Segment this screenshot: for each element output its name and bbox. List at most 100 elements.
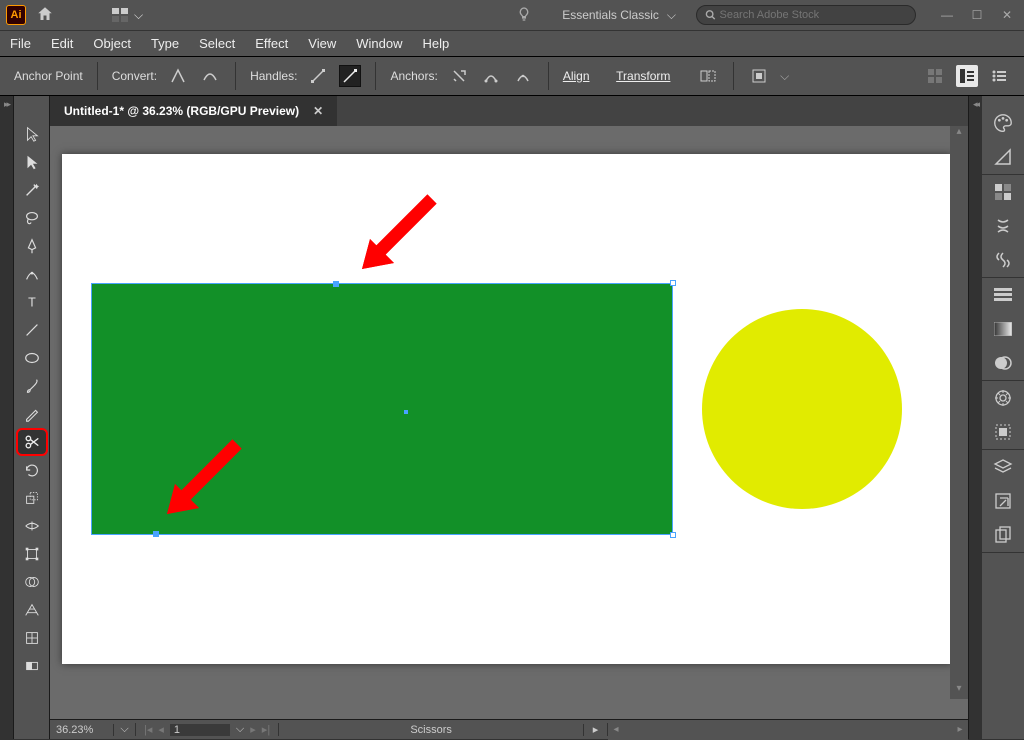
swatches-panel-icon[interactable] — [989, 179, 1017, 205]
app-logo: Ai — [6, 5, 26, 25]
zoom-dropdown-icon[interactable]: ⌵ — [114, 723, 136, 736]
symbols-panel-icon[interactable] — [989, 247, 1017, 273]
asset-export-panel-icon[interactable] — [989, 488, 1017, 514]
document-tab[interactable]: Untitled-1* @ 36.23% (RGB/GPU Preview) ✕ — [50, 96, 337, 126]
shape-builder-tool[interactable] — [18, 570, 46, 594]
arrange-documents-button[interactable]: ⌵ — [104, 6, 151, 25]
tab-title: Untitled-1* @ 36.23% (RGB/GPU Preview) — [64, 104, 299, 118]
menu-file[interactable]: File — [10, 36, 31, 51]
hide-handles-icon[interactable] — [339, 65, 361, 87]
graphic-styles-panel-icon[interactable] — [989, 419, 1017, 445]
align-to-selection-icon[interactable] — [748, 65, 770, 87]
anchors-label: Anchors: — [390, 69, 437, 83]
home-icon[interactable] — [36, 5, 54, 26]
right-panel-toggle[interactable]: ◂◂ — [968, 96, 982, 739]
transparency-panel-icon[interactable] — [989, 350, 1017, 376]
canvas[interactable]: ▴ ▾ — [50, 126, 968, 719]
menu-object[interactable]: Object — [93, 36, 131, 51]
scale-tool[interactable] — [18, 486, 46, 510]
scroll-down-icon[interactable]: ▾ — [950, 683, 968, 699]
grid-view-icon[interactable] — [924, 65, 946, 87]
scroll-right-icon[interactable]: ▸ — [952, 724, 968, 735]
menu-select[interactable]: Select — [199, 36, 235, 51]
annotation-arrow-top — [352, 189, 442, 282]
list-menu-icon[interactable] — [988, 65, 1010, 87]
menubar: File Edit Object Type Select Effect View… — [0, 30, 1024, 56]
remove-anchor-icon[interactable] — [448, 65, 470, 87]
status-bar: 36.23% ⌵ |◂ ◂ 1 ⌵ ▸ ▸| Scissors ▸ ◂ ▸ — [50, 719, 968, 739]
artboard[interactable] — [62, 154, 952, 664]
search-input[interactable] — [719, 9, 907, 21]
brushes-panel-icon[interactable] — [989, 213, 1017, 239]
scissors-tool[interactable] — [18, 430, 46, 454]
zoom-level[interactable]: 36.23% — [50, 724, 114, 736]
control-bar: Anchor Point Convert: Handles: Anchors: … — [0, 56, 1024, 96]
transform-panel-link[interactable]: Transform — [616, 69, 670, 83]
tab-close-icon[interactable]: ✕ — [313, 104, 323, 118]
free-transform-tool[interactable] — [18, 542, 46, 566]
perspective-grid-tool[interactable] — [18, 598, 46, 622]
rotate-tool[interactable] — [18, 458, 46, 482]
workspace-switcher[interactable]: Essentials Classic ⌵ — [562, 8, 676, 23]
ellipse-tool[interactable] — [18, 346, 46, 370]
chevron-down-icon: ⌵ — [667, 8, 676, 23]
first-page-icon[interactable]: |◂ — [144, 723, 152, 736]
last-page-icon[interactable]: ▸| — [262, 723, 270, 736]
isolate-icon[interactable] — [697, 65, 719, 87]
appearance-panel-icon[interactable] — [989, 385, 1017, 411]
menu-window[interactable]: Window — [356, 36, 402, 51]
discover-icon[interactable] — [516, 6, 532, 25]
pencil-tool[interactable] — [18, 402, 46, 426]
layers-panel-icon[interactable] — [989, 454, 1017, 480]
color-panel-icon[interactable] — [989, 110, 1017, 136]
stroke-panel-icon[interactable] — [989, 282, 1017, 308]
left-panel-toggle[interactable]: ▸▸ — [0, 96, 14, 739]
yellow-circle-shape[interactable] — [702, 309, 902, 509]
paintbrush-tool[interactable] — [18, 374, 46, 398]
type-tool[interactable]: T — [18, 290, 46, 314]
maximize-button[interactable]: ☐ — [966, 6, 988, 24]
scroll-up-icon[interactable]: ▴ — [950, 126, 968, 142]
page-dropdown-icon[interactable]: ⌵ — [236, 723, 244, 736]
gradient-panel-icon[interactable] — [989, 316, 1017, 342]
chevron-down-icon: ⌵ — [134, 8, 143, 23]
mesh-tool[interactable] — [18, 626, 46, 650]
connect-anchors-icon[interactable] — [480, 65, 502, 87]
page-number[interactable]: 1 — [170, 724, 230, 736]
convert-corner-icon[interactable] — [167, 65, 189, 87]
color-guide-panel-icon[interactable] — [989, 144, 1017, 170]
lasso-tool[interactable] — [18, 206, 46, 230]
toolbar: T — [14, 96, 50, 739]
scroll-left-icon[interactable]: ◂ — [608, 724, 624, 735]
next-page-icon[interactable]: ▸ — [250, 723, 256, 736]
menu-type[interactable]: Type — [151, 36, 179, 51]
align-panel-link[interactable]: Align — [563, 69, 590, 83]
selection-tool[interactable] — [18, 122, 46, 146]
panel-menu-icon[interactable] — [956, 65, 978, 87]
menu-effect[interactable]: Effect — [255, 36, 288, 51]
status-menu-icon[interactable]: ▸ — [584, 723, 608, 736]
vertical-scrollbar[interactable]: ▴ ▾ — [950, 126, 968, 699]
magic-wand-tool[interactable] — [18, 178, 46, 202]
line-tool[interactable] — [18, 318, 46, 342]
minimize-button[interactable]: — — [936, 6, 958, 24]
handles-label: Handles: — [250, 69, 297, 83]
menu-help[interactable]: Help — [422, 36, 449, 51]
width-tool[interactable] — [18, 514, 46, 538]
prev-page-icon[interactable]: ◂ — [158, 723, 164, 736]
show-handles-icon[interactable] — [307, 65, 329, 87]
green-rectangle-shape[interactable] — [92, 284, 672, 534]
cut-path-icon[interactable] — [512, 65, 534, 87]
pen-tool[interactable] — [18, 234, 46, 258]
menu-view[interactable]: View — [308, 36, 336, 51]
search-stock-field[interactable] — [696, 5, 916, 25]
menu-edit[interactable]: Edit — [51, 36, 73, 51]
close-button[interactable]: ✕ — [996, 6, 1018, 24]
gradient-tool[interactable] — [18, 654, 46, 678]
convert-smooth-icon[interactable] — [199, 65, 221, 87]
chevron-down-icon[interactable]: ⌵ — [780, 69, 789, 84]
curvature-tool[interactable] — [18, 262, 46, 286]
current-tool-label: Scissors — [279, 724, 584, 736]
direct-selection-tool[interactable] — [18, 150, 46, 174]
artboards-panel-icon[interactable] — [989, 522, 1017, 548]
